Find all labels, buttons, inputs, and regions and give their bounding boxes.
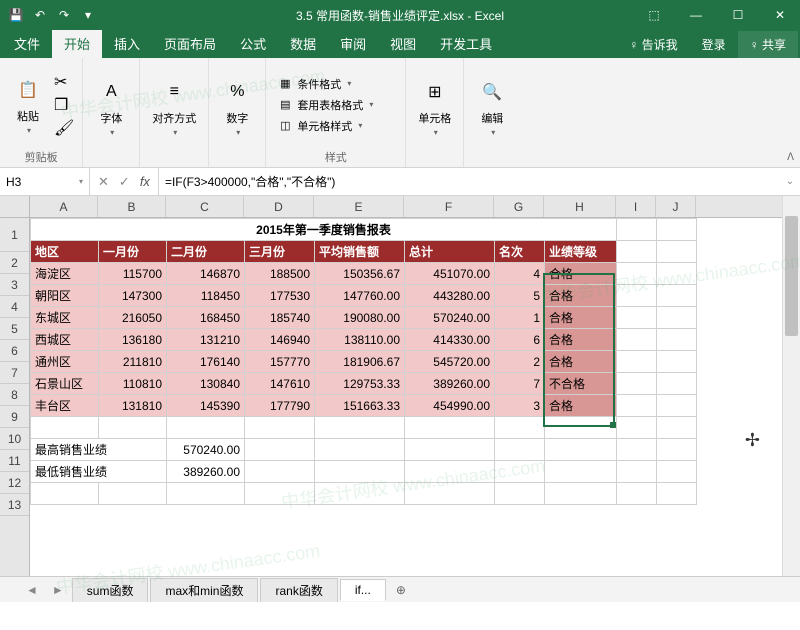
copy-icon[interactable]: ❐ bbox=[54, 95, 74, 115]
title-bar: 💾 ↶ ↷ ▾ 3.5 常用函数-销售业绩评定.xlsx - Excel ⬚ —… bbox=[0, 0, 800, 30]
paste-label: 粘贴 bbox=[17, 108, 39, 124]
conditional-format-button[interactable]: ▦条件格式 bbox=[274, 75, 376, 93]
tab-view[interactable]: 视图 bbox=[378, 29, 428, 58]
table-format-label: 套用表格格式 bbox=[297, 97, 363, 113]
clipboard-group-label: 剪贴板 bbox=[8, 147, 74, 165]
editing-label: 编辑 bbox=[481, 110, 503, 126]
font-icon: A bbox=[95, 76, 127, 108]
cell-style-label: 单元格样式 bbox=[297, 118, 352, 134]
tab-layout[interactable]: 页面布局 bbox=[152, 29, 228, 58]
cells-label: 单元格 bbox=[418, 110, 451, 126]
cut-icon[interactable]: ✂ bbox=[54, 72, 74, 92]
table-format-icon: ▤ bbox=[277, 97, 293, 113]
table-format-button[interactable]: ▤套用表格格式 bbox=[274, 96, 376, 114]
group-cells: ⊞ 单元格 bbox=[406, 58, 464, 167]
worksheet-area: ABCDEFGHIJ 12345678910111213 2015年第一季度销售… bbox=[0, 196, 800, 576]
font-button[interactable]: A 字体 bbox=[91, 74, 131, 139]
tab-file[interactable]: 文件 bbox=[2, 29, 52, 58]
find-icon: 🔍 bbox=[476, 76, 508, 108]
align-button[interactable]: ≡ 对齐方式 bbox=[148, 74, 200, 139]
qat-more-icon[interactable]: ▾ bbox=[80, 7, 96, 23]
ribbon-display-icon[interactable]: ⬚ bbox=[634, 0, 674, 30]
tab-insert[interactable]: 插入 bbox=[102, 29, 152, 58]
tab-review[interactable]: 审阅 bbox=[328, 29, 378, 58]
select-all-corner[interactable] bbox=[0, 196, 30, 218]
cond-format-icon: ▦ bbox=[277, 76, 293, 92]
styles-group-label: 样式 bbox=[274, 147, 397, 165]
tab-developer[interactable]: 开发工具 bbox=[428, 29, 504, 58]
redo-icon[interactable]: ↷ bbox=[56, 7, 72, 23]
sheet-tab-maxmin[interactable]: max和min函数 bbox=[150, 578, 258, 602]
tab-formula[interactable]: 公式 bbox=[228, 29, 278, 58]
editing-button[interactable]: 🔍 编辑 bbox=[472, 74, 512, 139]
cells-button[interactable]: ⊞ 单元格 bbox=[414, 74, 455, 139]
group-styles: ▦条件格式 ▤套用表格格式 ◫单元格样式 样式 bbox=[266, 58, 406, 167]
enter-formula-icon[interactable]: ✓ bbox=[119, 174, 130, 190]
paste-icon: 📋 bbox=[12, 74, 44, 106]
ribbon: 📋 粘贴 ✂ ❐ 🖌 剪贴板 A 字体 ≡ 对齐方式 % 数字 ▦条件格式 ▤套用表格… bbox=[0, 58, 800, 168]
vertical-scrollbar[interactable] bbox=[782, 196, 800, 576]
add-sheet-icon[interactable]: ⊕ bbox=[388, 583, 414, 597]
quick-access-toolbar: 💾 ↶ ↷ ▾ bbox=[0, 7, 96, 23]
save-icon[interactable]: 💾 bbox=[8, 7, 24, 23]
maximize-icon[interactable]: ☐ bbox=[718, 0, 758, 30]
font-label: 字体 bbox=[100, 110, 122, 126]
sheet-tab-if[interactable]: if... bbox=[340, 579, 386, 601]
tab-home[interactable]: 开始 bbox=[52, 29, 102, 58]
formula-input[interactable]: =IF(F3>400000,"合格","不合格") bbox=[159, 168, 780, 195]
scroll-thumb[interactable] bbox=[785, 216, 798, 336]
insert-function-icon[interactable]: fx bbox=[140, 174, 150, 189]
align-label: 对齐方式 bbox=[152, 110, 196, 126]
login-button[interactable]: 登录 bbox=[690, 31, 738, 58]
cells-grid[interactable]: 2015年第一季度销售报表地区一月份二月份三月份平均销售额总计名次业绩等级海淀区… bbox=[30, 218, 782, 576]
number-label: 数字 bbox=[226, 110, 248, 126]
window-title: 3.5 常用函数-销售业绩评定.xlsx - Excel bbox=[296, 7, 504, 24]
sheet-nav-next-icon[interactable]: ► bbox=[46, 583, 70, 597]
row-headers[interactable]: 12345678910111213 bbox=[0, 218, 30, 576]
ribbon-tabs: 文件 开始 插入 页面布局 公式 数据 审阅 视图 开发工具 ♀ 告诉我 登录 … bbox=[0, 30, 800, 58]
cancel-formula-icon[interactable]: ✕ bbox=[98, 174, 109, 190]
formula-controls: ✕ ✓ fx bbox=[90, 168, 159, 195]
column-headers[interactable]: ABCDEFGHIJ bbox=[30, 196, 782, 218]
minimize-icon[interactable]: — bbox=[676, 0, 716, 30]
name-box[interactable]: H3 bbox=[0, 168, 90, 195]
group-align: ≡ 对齐方式 bbox=[140, 58, 209, 167]
expand-formula-icon[interactable]: ⌄ bbox=[780, 168, 800, 195]
formula-bar: H3 ✕ ✓ fx =IF(F3>400000,"合格","不合格") ⌄ bbox=[0, 168, 800, 196]
group-editing: 🔍 编辑 bbox=[464, 58, 520, 167]
cell-style-icon: ◫ bbox=[277, 118, 293, 134]
align-icon: ≡ bbox=[158, 76, 190, 108]
sheet-tabs: ◄ ► sum函数 max和min函数 rank函数 if... ⊕ bbox=[0, 576, 800, 602]
number-icon: % bbox=[221, 76, 253, 108]
group-number: % 数字 bbox=[209, 58, 266, 167]
collapse-ribbon-icon[interactable]: ᐱ bbox=[787, 152, 794, 163]
tab-data[interactable]: 数据 bbox=[278, 29, 328, 58]
format-painter-icon[interactable]: 🖌 bbox=[54, 118, 74, 138]
share-button[interactable]: ♀ 共享 bbox=[738, 31, 798, 58]
undo-icon[interactable]: ↶ bbox=[32, 7, 48, 23]
tell-me[interactable]: ♀ 告诉我 bbox=[617, 31, 689, 58]
window-controls: ⬚ — ☐ ✕ bbox=[634, 0, 800, 30]
close-icon[interactable]: ✕ bbox=[760, 0, 800, 30]
sheet-tab-rank[interactable]: rank函数 bbox=[260, 578, 337, 602]
group-clipboard: 📋 粘贴 ✂ ❐ 🖌 剪贴板 bbox=[0, 58, 83, 167]
cells-icon: ⊞ bbox=[419, 76, 451, 108]
cell-style-button[interactable]: ◫单元格样式 bbox=[274, 117, 376, 135]
sheet-nav-prev-icon[interactable]: ◄ bbox=[20, 583, 44, 597]
cond-format-label: 条件格式 bbox=[297, 76, 341, 92]
number-button[interactable]: % 数字 bbox=[217, 74, 257, 139]
sheet-tab-sum[interactable]: sum函数 bbox=[72, 578, 149, 602]
group-font: A 字体 bbox=[83, 58, 140, 167]
paste-button[interactable]: 📋 粘贴 bbox=[8, 72, 48, 137]
